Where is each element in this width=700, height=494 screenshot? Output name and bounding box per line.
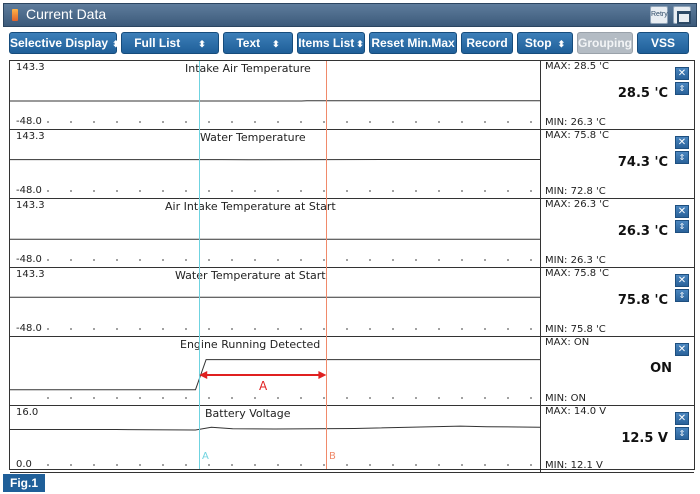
max-value: MAX: ON [545,337,590,348]
min-value: MIN: ON [545,393,586,404]
record-button[interactable]: Record [461,32,513,54]
dropdown-arrow-icon: ⬍ [557,39,566,49]
y-axis-max-label: 143.3 [16,62,45,73]
graph-panel: 143.3 -48.0 Air Intake Temperature at Star… [10,199,540,268]
y-axis-max-label: 143.3 [16,131,45,142]
graph-title: Engine Running Detected [180,338,321,351]
min-value: MIN: 72.8 'C [545,186,606,197]
graph-panel: 143.3 -48.0 Water Temperature at Start [10,268,540,337]
graph-title: Water Temperature at Start [175,269,326,282]
toolbar: Selective Display ⬍ Full List ⬍ Text ⬍ Item… [3,27,697,58]
max-value: MAX: 75.8 'C [545,268,610,279]
y-axis-min-label: -48.0 [16,323,42,334]
items-list-label: Items List [298,36,355,50]
current-value: 75.8 'C [617,293,668,308]
move-icon[interactable]: ⇕ [675,82,689,95]
graph-trace [10,425,540,431]
vss-button[interactable]: VSS [637,32,689,54]
maximize-button[interactable] [673,6,691,24]
close-icon[interactable]: ✕ [675,136,689,149]
value-info-panel: MAX: 75.8 'C 74.3 'C MIN: 72.8 'C ✕ ⇕ [540,130,694,199]
min-value: MIN: 26.3 'C [545,255,606,266]
graph-title: Intake Air Temperature [185,62,311,75]
value-info-panel: MAX: ON ON MIN: ON ✕ [540,337,694,406]
y-axis-max-label: 143.3 [16,200,45,211]
interval-arrow [199,371,327,379]
interval-arrow-head-left [199,371,208,379]
dropdown-arrow-icon: ⬍ [356,39,364,49]
move-icon[interactable]: ⇕ [675,289,689,302]
value-info-panel: MAX: 14.0 V 12.5 V MIN: 12.1 V ✕ ⇕ [540,406,694,473]
dropdown-arrow-icon: ⬍ [272,39,280,49]
max-value: MAX: 14.0 V [545,406,607,417]
stop-button[interactable]: Stop ⬍ [517,32,573,54]
max-value: MAX: 26.3 'C [545,199,610,210]
y-axis-max-label: 16.0 [16,407,39,418]
interval-label: A [259,379,268,393]
current-value: 26.3 'C [617,224,668,239]
dropdown-arrow-icon: ⬍ [112,39,120,49]
graph-title: Battery Voltage [205,407,291,420]
full-list-label: Full List [134,36,181,50]
move-icon[interactable]: ⇕ [675,151,689,164]
move-icon[interactable]: ⇕ [675,427,689,440]
close-icon[interactable]: ✕ [675,67,689,80]
window-title: Current Data [26,6,107,22]
selective-display-label: Selective Display [10,36,109,50]
cursor-b-line[interactable] [326,61,327,469]
value-info-panel: MAX: 26.3 'C 26.3 'C MIN: 26.3 'C ✕ ⇕ [540,199,694,268]
min-value: MIN: 26.3 'C [545,117,606,128]
full-list-button[interactable]: Full List ⬍ [121,32,219,54]
items-list-button[interactable]: Items List ⬍ [297,32,365,54]
min-value: MIN: 75.8 'C [545,324,606,335]
max-value: MAX: 75.8 'C [545,130,610,141]
y-axis-min-label: -48.0 [16,116,42,127]
reset-min-max-button[interactable]: Reset Min.Max [369,32,457,54]
close-icon[interactable]: ✕ [675,205,689,218]
move-icon[interactable]: ⇕ [675,220,689,233]
current-value: 28.5 'C [617,86,668,101]
current-value: 74.3 'C [617,155,668,170]
chart-area: 143.3 -48.0 Intake Air Temperature MAX: 28.… [9,60,695,473]
stop-label: Stop [524,36,552,50]
graph-panel: 143.3 -48.0 Intake Air Temperature [10,61,540,130]
graph-title: Water Temperature [200,131,306,144]
title-bar: Current Data Retry [3,3,697,27]
figure-label: Fig.1 [3,474,45,492]
app-icon [12,9,18,21]
graph-panel: 16.0 0.0 Battery Voltage [10,406,540,473]
current-value: 12.5 V [621,431,668,446]
close-icon[interactable]: ✕ [675,412,689,425]
interval-arrow-head-right [318,371,327,379]
text-button[interactable]: Text ⬍ [223,32,293,54]
cursor-a-line[interactable] [199,61,200,469]
dropdown-arrow-icon: ⬍ [198,39,206,49]
text-label: Text [236,36,261,50]
graph-title: Air Intake Temperature at Start [165,200,336,213]
current-data-window: Current Data Retry Selective Display ⬍ Fu… [0,0,700,494]
current-value: ON [650,361,672,376]
min-value: MIN: 12.1 V [545,460,603,471]
grouping-button: Grouping [577,32,633,54]
value-info-panel: MAX: 28.5 'C 28.5 'C MIN: 26.3 'C ✕ ⇕ [540,61,694,130]
y-axis-min-label: -48.0 [16,254,42,265]
cursor-a-label: A [202,451,209,462]
close-icon[interactable]: ✕ [675,343,689,356]
retry-button[interactable]: Retry [650,6,668,24]
cursor-b-label: B [329,451,336,462]
y-axis-max-label: 143.3 [16,269,45,280]
graph-panel: 143.3 -48.0 Water Temperature [10,130,540,199]
max-value: MAX: 28.5 'C [545,61,610,72]
y-axis-min-label: -48.0 [16,185,42,196]
y-axis-min-label: 0.0 [16,459,32,470]
selective-display-button[interactable]: Selective Display ⬍ [9,32,120,54]
value-info-panel: MAX: 75.8 'C 75.8 'C MIN: 75.8 'C ✕ ⇕ [540,268,694,337]
close-icon[interactable]: ✕ [675,274,689,287]
